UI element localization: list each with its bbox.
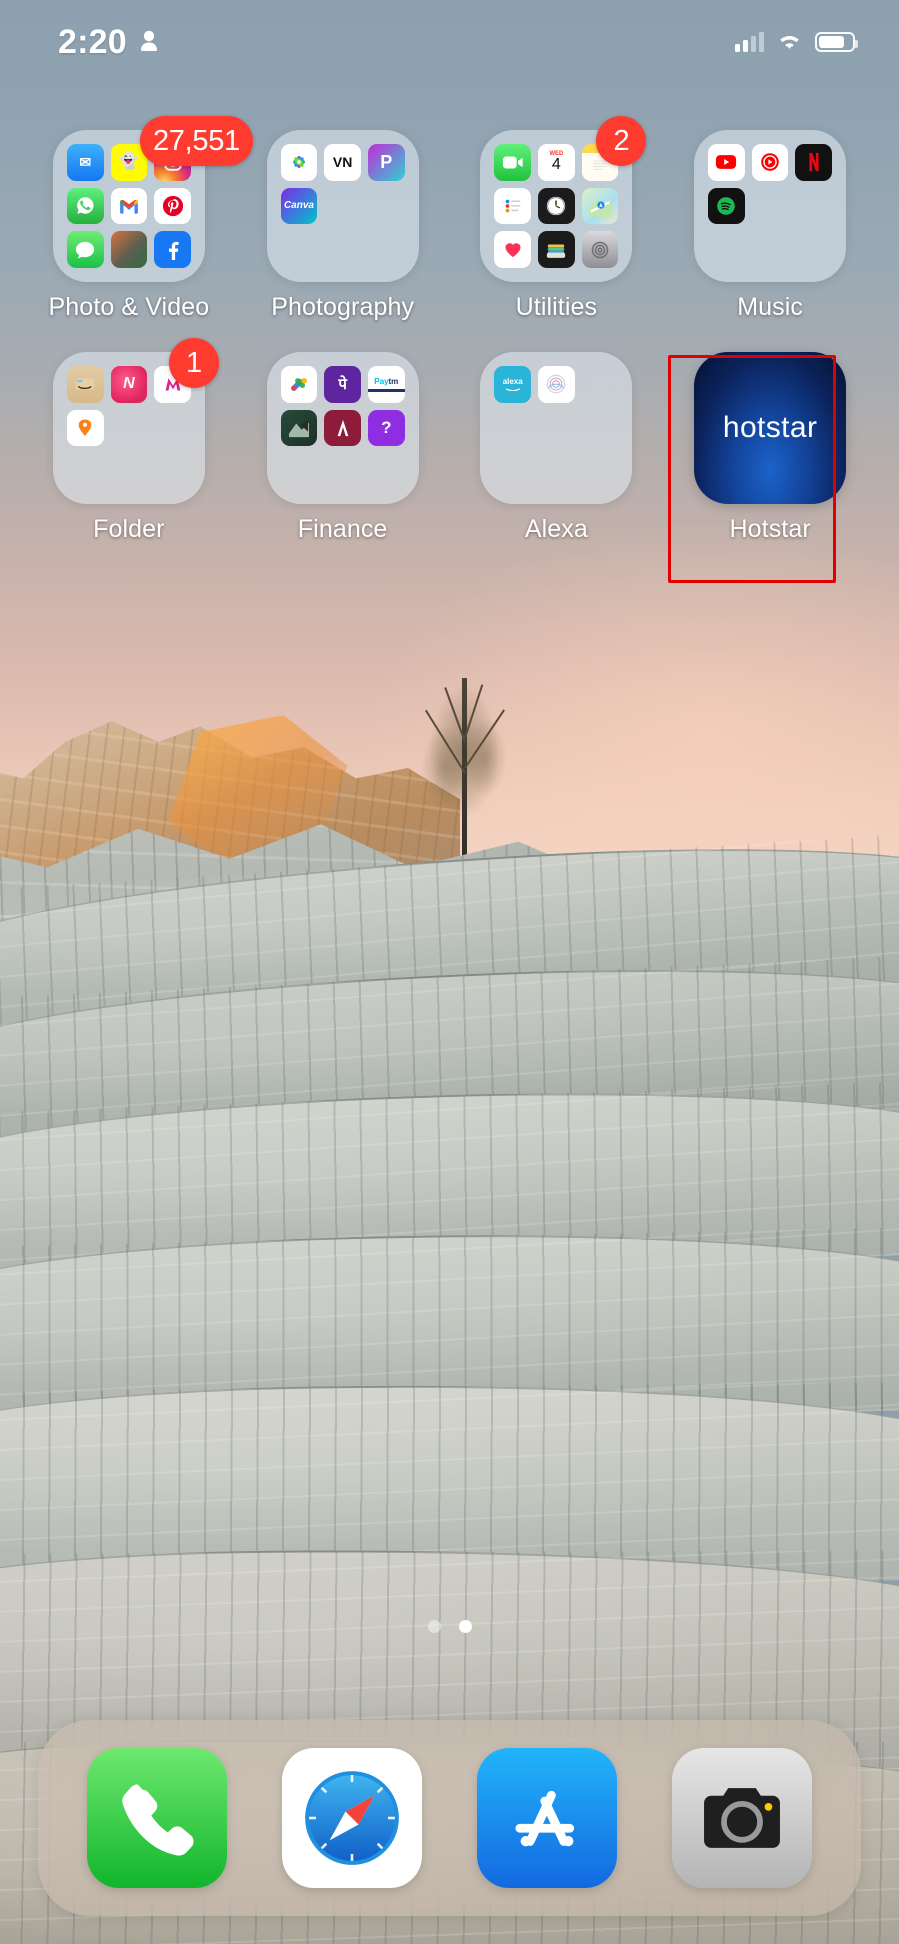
mini-icon-canva: Canva [280,187,318,225]
folder-generic[interactable]: N 1 Folder [22,338,236,544]
wifi-icon [780,36,799,49]
app-grid: ✉ 👻 27,551 Photo & Video VN P Canva Phot… [0,116,899,544]
app-hotstar[interactable]: hotstar Hotstar [663,352,877,544]
folder-alexa[interactable]: alexa Alexa [450,352,664,544]
dock-safari-icon[interactable] [282,1748,423,1888]
mini-icon-vn: VN [324,144,361,181]
status-bar: 2:20 [0,0,899,84]
app-label: Hotstar [729,515,811,543]
mini-icon-echo [538,366,575,403]
folder-icon-wrap[interactable]: WED 4 2 [480,116,647,282]
mini-icon-whatsapp [66,187,104,225]
mini-icon-pinterest [154,187,191,225]
status-clock: 2:20 [58,22,127,61]
folder-preview-grid[interactable]: VN P Canva [266,130,419,282]
folder-label: Folder [93,515,165,543]
folder-icon-wrap[interactable]: N 1 [52,338,219,504]
mini-icon-calendar: WED 4 [538,144,575,181]
mini-icon-facebook [154,231,191,268]
folder-badge: 2 [596,116,647,166]
mini-icon-youtube-music [751,144,789,181]
mini-icon-question-app: ? [367,409,405,447]
mini-icon-facetime [494,144,532,181]
status-bar-right [735,32,858,52]
mini-icon-gmail [110,187,148,225]
folder-badge: 1 [168,338,219,388]
dock-camera-icon[interactable] [671,1748,812,1888]
mini-icon-youtube [708,144,745,181]
mini-icon-spotify [708,187,745,225]
mini-icon-google-pay [280,366,318,403]
mini-icon-phonepe: पे [324,366,361,403]
battery-icon [815,32,858,52]
folder-icon-wrap[interactable]: पे Paytm ? [266,352,419,504]
folder-photo-and-video[interactable]: ✉ 👻 27,551 Photo & Video [22,116,253,322]
mini-icon-netflix [795,144,833,181]
mini-icon-paytm: Paytm [367,366,405,403]
page-dot-1[interactable] [427,1620,441,1633]
folder-label: Photography [271,293,415,321]
camera-icon [703,1788,780,1848]
hotstar-icon[interactable]: hotstar [694,352,847,504]
folder-label: Finance [297,515,388,543]
mini-icon-swiggy [66,409,104,447]
folder-label: Utilities [515,293,598,321]
dock [38,1720,861,1916]
page-indicator[interactable] [0,1620,899,1633]
folder-preview-grid[interactable]: पे Paytm ? [266,352,419,504]
safari-compass-icon [301,1767,403,1869]
mini-icon-settings [581,231,619,268]
folder-utilities[interactable]: WED 4 2 Utilities [450,116,664,322]
folder-preview-grid[interactable] [694,130,847,282]
folder-label: Alexa [524,515,588,543]
folder-icon-wrap[interactable] [694,130,847,282]
mini-icon-photos [280,144,318,181]
folder-label: Photo & Video [48,293,210,321]
mini-icon-messages [66,231,104,268]
phone-icon [122,1784,194,1856]
mini-icon-clock [538,187,575,225]
mini-icon-ajio [324,409,361,447]
folder-photography[interactable]: VN P Canva Photography [236,130,450,322]
folder-badge: 27,551 [139,116,253,166]
mini-icon-mail: ✉ [66,144,104,181]
dock-phone-icon[interactable] [87,1748,228,1888]
dock-app-store-icon[interactable] [476,1748,617,1888]
folder-icon-wrap[interactable]: alexa [480,352,633,504]
app-store-icon [515,1790,575,1847]
app-icon-wrap[interactable]: hotstar [694,352,847,504]
folder-finance[interactable]: पे Paytm ? Finance [236,352,450,544]
mini-icon-amazon-alexa: alexa [494,366,532,403]
person-icon [140,30,157,51]
page-dot-2[interactable] [458,1620,472,1633]
folder-icon-wrap[interactable]: VN P Canva [266,130,419,282]
mini-icon-photo-editor [110,231,148,268]
mini-icon-maps [581,187,619,225]
mini-icon-health [494,231,532,268]
mini-icon-zomato [280,409,318,447]
cellular-signal-icon [735,32,764,52]
folder-icon-wrap[interactable]: ✉ 👻 27,551 [52,116,253,282]
mini-icon-nykaa: N [110,366,148,403]
mini-icon-reminders [494,187,532,225]
folder-music[interactable]: Music [663,130,877,322]
mini-icon-picsart: P [367,144,405,181]
mini-icon-wallet [538,231,575,268]
folder-label: Music [737,293,804,321]
hotstar-wordmark: hotstar [722,411,818,444]
status-bar-left: 2:20 [58,23,160,62]
mini-icon-amazon [66,366,104,403]
folder-preview-grid[interactable]: alexa [480,352,633,504]
